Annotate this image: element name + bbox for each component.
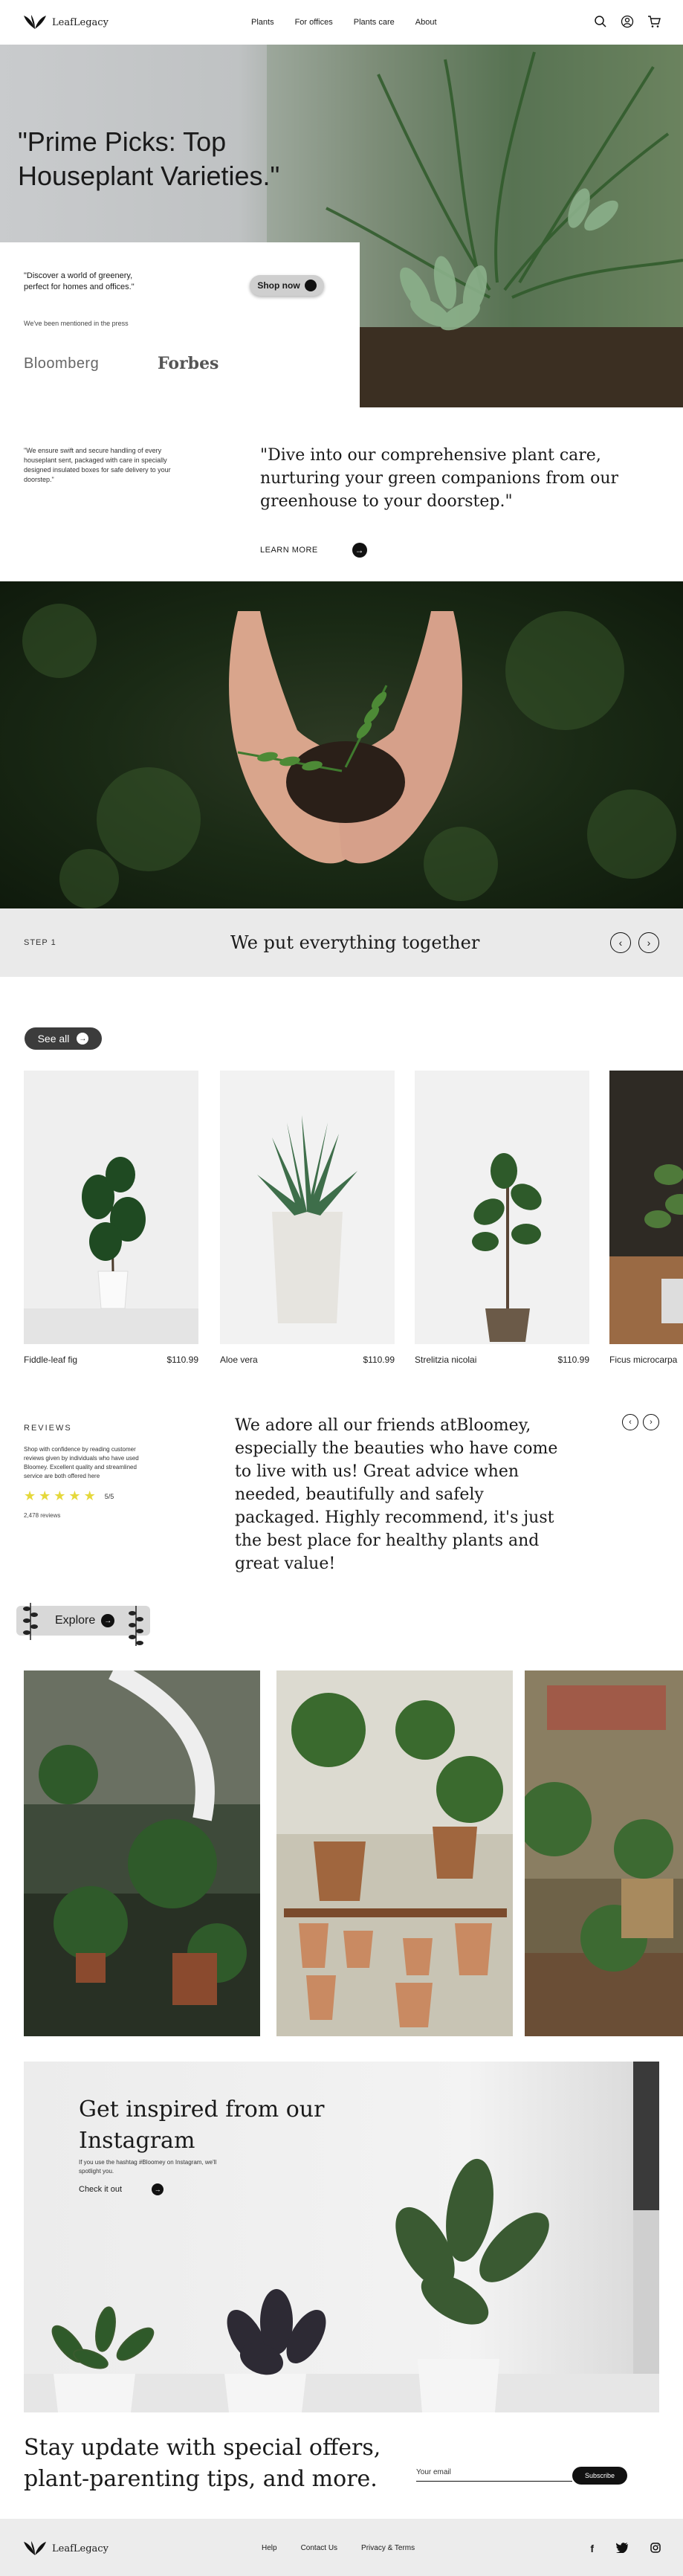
product-price: $110.99 bbox=[363, 1355, 395, 1365]
press-logo-forbes: Forbes bbox=[158, 354, 219, 373]
search-icon[interactable] bbox=[594, 15, 607, 28]
product-image bbox=[24, 1071, 198, 1344]
arrow-right-icon: → bbox=[152, 2183, 164, 2195]
shop-now-label: Shop now bbox=[257, 280, 300, 291]
leaf-logo-icon bbox=[24, 15, 46, 29]
star-icon: ★ bbox=[83, 1488, 96, 1503]
product-name: Ficus microcarpa bbox=[609, 1355, 678, 1365]
chevron-right-icon[interactable]: › bbox=[643, 1414, 659, 1430]
arrow-right-icon: → bbox=[352, 543, 367, 558]
carousel-controls: ‹ › bbox=[610, 932, 659, 953]
gallery-image-staircase[interactable] bbox=[24, 1670, 260, 2036]
review-count: 2,478 reviews bbox=[24, 1512, 61, 1519]
leaf-logo-icon bbox=[24, 2541, 46, 2555]
product-card[interactable]: Aloe vera $110.99 bbox=[220, 1071, 395, 1365]
arrow-right-icon: → bbox=[101, 1614, 115, 1627]
user-icon[interactable] bbox=[621, 15, 634, 28]
star-icon: ★ bbox=[68, 1488, 81, 1503]
star-icon: ★ bbox=[54, 1488, 66, 1503]
check-it-out-link[interactable]: Check it out → bbox=[79, 2183, 164, 2195]
nav-plants-care[interactable]: Plants care bbox=[354, 18, 395, 27]
product-name: Strelitzia nicolai bbox=[415, 1355, 477, 1365]
product-price: $110.99 bbox=[166, 1355, 199, 1365]
see-all-label: See all bbox=[37, 1033, 70, 1045]
nav-for-offices[interactable]: For offices bbox=[295, 18, 333, 27]
chevron-left-icon[interactable]: ‹ bbox=[622, 1414, 638, 1430]
newsletter-title: Stay update with special offers, plant-p… bbox=[24, 2435, 381, 2492]
step-label: STEP 1 bbox=[24, 938, 56, 947]
hands-holding-plant-image bbox=[0, 581, 683, 908]
product-image bbox=[609, 1071, 683, 1344]
press-logo-bloomberg: Bloomberg bbox=[24, 355, 100, 372]
see-all-button[interactable]: See all → bbox=[25, 1027, 102, 1050]
vine-right-icon bbox=[129, 1606, 143, 1646]
product-card[interactable]: Strelitzia nicolai $110.99 bbox=[415, 1071, 589, 1365]
star-icon: ★ bbox=[39, 1488, 51, 1503]
star-icon: ★ bbox=[24, 1488, 36, 1503]
step-section: STEP 1 We put everything together ‹ › bbox=[0, 908, 683, 977]
shop-now-button[interactable]: Shop now bbox=[250, 275, 324, 296]
footer-link-contact[interactable]: Contact Us bbox=[301, 2544, 337, 2552]
hands-illustration bbox=[22, 604, 676, 908]
product-name: Aloe vera bbox=[220, 1355, 258, 1365]
cart-icon[interactable] bbox=[647, 15, 661, 28]
cart-icon bbox=[304, 280, 317, 291]
press-mention-label: We've been mentioned in the press bbox=[24, 320, 129, 327]
product-name: Fiddle-leaf fig bbox=[24, 1355, 78, 1365]
nav-about[interactable]: About bbox=[415, 18, 437, 27]
care-delivery-text: "We ensure swift and secure handling of … bbox=[24, 447, 171, 483]
twitter-icon[interactable] bbox=[616, 2543, 628, 2555]
instagram-icon[interactable] bbox=[650, 2543, 661, 2555]
care-quote: "Dive into our comprehensive plant care,… bbox=[260, 446, 619, 511]
nav-plants[interactable]: Plants bbox=[251, 18, 274, 27]
rating-score: 5/5 bbox=[104, 1492, 114, 1500]
subscribe-button[interactable]: Subscribe bbox=[572, 2467, 627, 2485]
footer-nav: Help Contact Us Privacy & Terms bbox=[262, 2544, 415, 2552]
hero-card: "Discover a world of greenery, perfect f… bbox=[0, 242, 360, 407]
review-controls: ‹ › bbox=[622, 1414, 659, 1430]
header-icons bbox=[594, 15, 661, 28]
social-links: f bbox=[590, 2543, 661, 2555]
star-rating: ★ ★ ★ ★ ★ 5/5 bbox=[24, 1488, 114, 1504]
chevron-right-icon[interactable]: › bbox=[638, 932, 659, 953]
gallery-image-pots[interactable] bbox=[276, 1670, 513, 2036]
instagram-title: Get inspired from our Instagram bbox=[79, 2096, 325, 2154]
step-title: We put everything together bbox=[230, 932, 480, 953]
explore-button[interactable]: Explore → bbox=[16, 1603, 150, 1646]
product-image bbox=[415, 1071, 589, 1344]
hero-title: "Prime Picks: Top Houseplant Varieties." bbox=[18, 126, 280, 191]
hero-section: "Prime Picks: Top Houseplant Varieties."… bbox=[0, 45, 683, 407]
gallery-image-living-room[interactable] bbox=[525, 1670, 683, 2036]
explore-label-wrap: Explore → bbox=[55, 1614, 115, 1627]
main-nav: Plants For offices Plants care About bbox=[251, 18, 437, 27]
product-price: $110.99 bbox=[557, 1355, 590, 1365]
footer-logo-text: LeafLegacy bbox=[52, 2543, 109, 2554]
logo-text: LeafLegacy bbox=[52, 16, 109, 28]
reviews-label: REVIEWS bbox=[24, 1424, 72, 1433]
learn-more-link[interactable]: LEARN MORE → bbox=[260, 543, 367, 558]
reviews-description: Shop with confidence by reading customer… bbox=[24, 1446, 139, 1479]
email-field[interactable]: Your email bbox=[416, 2468, 572, 2482]
instagram-subtitle: If you use the hashtag #Bloomey on Insta… bbox=[79, 2159, 217, 2175]
facebook-icon[interactable]: f bbox=[590, 2543, 594, 2555]
product-card[interactable]: Ficus microcarpa bbox=[609, 1071, 683, 1365]
footer-logo[interactable]: LeafLegacy bbox=[22, 2540, 109, 2557]
instagram-section: Get inspired from our Instagram If you u… bbox=[24, 2062, 659, 2412]
review-quote: We adore all our friends atBloomey, espe… bbox=[235, 1416, 558, 1573]
footer-link-help[interactable]: Help bbox=[262, 2544, 277, 2552]
product-image bbox=[220, 1071, 395, 1344]
learn-more-label: LEARN MORE bbox=[260, 546, 318, 555]
footer-link-privacy[interactable]: Privacy & Terms bbox=[361, 2544, 415, 2552]
logo[interactable]: LeafLegacy bbox=[22, 14, 109, 30]
vine-left-icon bbox=[23, 1603, 38, 1640]
product-card[interactable]: Fiddle-leaf fig $110.99 bbox=[24, 1071, 198, 1365]
page: LeafLegacy Plants For offices Plants car… bbox=[0, 0, 683, 2576]
chevron-left-icon[interactable]: ‹ bbox=[610, 932, 631, 953]
check-it-out-label: Check it out bbox=[79, 2185, 123, 2194]
site-footer: LeafLegacy Help Contact Us Privacy & Ter… bbox=[0, 2519, 683, 2576]
site-header: LeafLegacy Plants For offices Plants car… bbox=[0, 0, 683, 45]
arrow-right-icon: → bbox=[77, 1033, 89, 1045]
explore-label: Explore bbox=[55, 1614, 96, 1627]
hero-description: "Discover a world of greenery, perfect f… bbox=[24, 271, 135, 291]
